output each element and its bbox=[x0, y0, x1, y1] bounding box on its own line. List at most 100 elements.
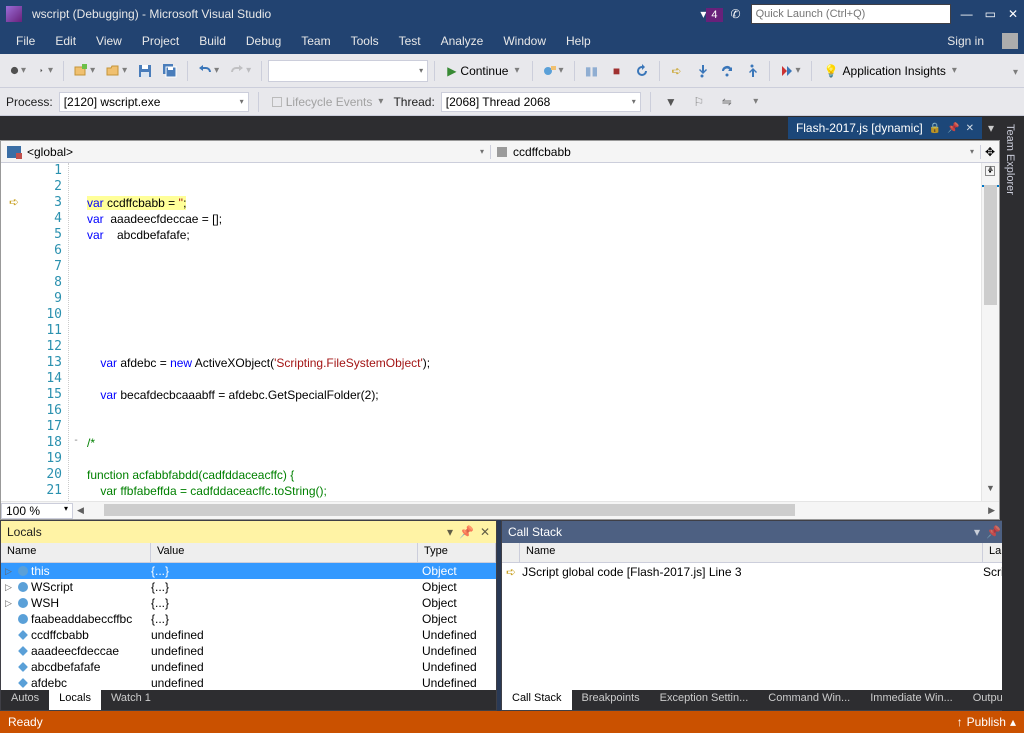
menu-help[interactable]: Help bbox=[556, 30, 601, 52]
nav-back-button[interactable]: ▾ bbox=[6, 60, 30, 82]
toolbar-overflow[interactable]: ▾ bbox=[1013, 67, 1018, 78]
continue-button[interactable]: ▶Continue▾ bbox=[441, 60, 525, 82]
scroll-left-icon[interactable]: ◀ bbox=[73, 505, 88, 516]
stop-button[interactable]: ■ bbox=[606, 60, 628, 82]
undo-button[interactable]: ▾ bbox=[194, 60, 223, 82]
callstack-rows[interactable]: ➪ JScript global code [Flash-2017.js] Li… bbox=[502, 563, 1023, 690]
thread-filter-button[interactable]: ⚐ bbox=[688, 91, 710, 113]
panel-tab[interactable]: Watch 1 bbox=[101, 690, 161, 710]
locals-row[interactable]: ▷this{...}Object bbox=[1, 563, 496, 579]
locals-row[interactable]: faabeaddabeccffbc{...}Object bbox=[1, 611, 496, 627]
quick-launch-input[interactable] bbox=[751, 4, 951, 24]
panel-pin-icon[interactable]: 📌 bbox=[986, 525, 1001, 539]
menu-project[interactable]: Project bbox=[132, 30, 189, 52]
panel-tab[interactable]: Breakpoints bbox=[572, 690, 650, 710]
save-all-button[interactable] bbox=[159, 60, 181, 82]
zoom-dropdown[interactable]: 100 %▾ bbox=[1, 503, 73, 519]
menu-edit[interactable]: Edit bbox=[45, 30, 86, 52]
intellitrace-button[interactable]: ▾ bbox=[776, 60, 805, 82]
titlebar: wscript (Debugging) - Microsoft Visual S… bbox=[0, 0, 1024, 28]
panel-dropdown-icon[interactable]: ▾ bbox=[447, 525, 453, 539]
panel-tab[interactable]: Locals bbox=[49, 690, 101, 710]
minimize-button[interactable]: — bbox=[961, 7, 973, 21]
step-over-button[interactable] bbox=[716, 60, 738, 82]
menu-analyze[interactable]: Analyze bbox=[431, 30, 494, 52]
menu-test[interactable]: Test bbox=[389, 30, 431, 52]
publish-button[interactable]: ↑ Publish ▴ bbox=[957, 715, 1016, 729]
panel-dropdown-icon[interactable]: ▾ bbox=[974, 525, 980, 539]
nav-fwd-button[interactable]: ▾ bbox=[33, 60, 57, 82]
avatar-icon[interactable] bbox=[1002, 33, 1018, 49]
menu-build[interactable]: Build bbox=[189, 30, 236, 52]
scope-dropdown-right[interactable]: ccdffcbabb ▾ bbox=[491, 145, 981, 159]
open-file-button[interactable]: ▾ bbox=[102, 60, 131, 82]
stack-frame-button[interactable]: ⇋ bbox=[716, 91, 738, 113]
scope-dropdown-left[interactable]: <global> ▾ bbox=[1, 145, 491, 159]
quick-launch[interactable] bbox=[751, 4, 951, 24]
panel-tab[interactable]: Call Stack bbox=[502, 690, 572, 710]
browser-select-button[interactable]: ▾ bbox=[539, 60, 568, 82]
panel-tab[interactable]: Autos bbox=[1, 690, 49, 710]
thread-value: [2068] Thread 2068 bbox=[446, 95, 551, 109]
document-tab[interactable]: Flash-2017.js [dynamic] 🔒 📌 ✕ bbox=[788, 117, 982, 139]
scrollbar-thumb[interactable] bbox=[984, 185, 997, 305]
sign-in-link[interactable]: Sign in bbox=[947, 34, 994, 48]
step-into-button[interactable] bbox=[691, 60, 713, 82]
panel-tab[interactable]: Immediate Win... bbox=[860, 690, 963, 710]
lifecycle-events-button[interactable]: Lifecycle Events▾ bbox=[268, 95, 388, 109]
step-out-button[interactable] bbox=[741, 60, 763, 82]
editor-body[interactable]: ➪ 123456789101112131415161718192021 - va… bbox=[1, 163, 999, 501]
scroll-right-icon[interactable]: ▶ bbox=[984, 505, 999, 516]
cs-col-name[interactable]: Name bbox=[520, 543, 983, 562]
menu-window[interactable]: Window bbox=[493, 30, 556, 52]
new-project-button[interactable]: ▾ bbox=[70, 60, 99, 82]
notifications-flag-icon[interactable]: ▾4 bbox=[700, 7, 722, 21]
menu-debug[interactable]: Debug bbox=[236, 30, 291, 52]
vertical-scrollbar[interactable]: ▪ ▲ ▼ bbox=[981, 163, 999, 501]
notification-count: 4 bbox=[706, 8, 722, 22]
hscrollbar-thumb[interactable] bbox=[104, 504, 795, 516]
panel-pin-icon[interactable]: 📌 bbox=[459, 525, 474, 539]
col-name[interactable]: Name bbox=[1, 543, 151, 562]
flag-filter-button[interactable]: ▼ bbox=[660, 91, 682, 113]
locals-rows[interactable]: ▷this{...}Object▷WScript{...}Object▷WSH{… bbox=[1, 563, 496, 690]
pin-icon[interactable]: 📌 bbox=[947, 123, 959, 134]
process-dropdown[interactable]: [2120] wscript.exe▾ bbox=[59, 92, 249, 112]
close-button[interactable]: ✕ bbox=[1008, 7, 1018, 21]
redo-button[interactable]: ▾ bbox=[226, 60, 255, 82]
scope-right-label: ccdffcbabb bbox=[513, 145, 571, 159]
callstack-row[interactable]: ➪ JScript global code [Flash-2017.js] Li… bbox=[502, 563, 1023, 581]
locals-row[interactable]: ccdffcbabbundefinedUndefined bbox=[1, 627, 496, 643]
toolbar2-overflow[interactable]: ▾ bbox=[744, 91, 766, 113]
locals-row[interactable]: aaadeecfdeccaeundefinedUndefined bbox=[1, 643, 496, 659]
locals-row[interactable]: ▷WScript{...}Object bbox=[1, 579, 496, 595]
show-next-statement-button[interactable]: ➪ bbox=[666, 60, 688, 82]
split-handle-icon[interactable]: ✥ bbox=[981, 145, 999, 159]
maximize-button[interactable]: ▭ bbox=[985, 7, 996, 21]
scroll-up-icon[interactable]: ▲ bbox=[982, 163, 999, 181]
tabstrip-overflow[interactable]: ▾ bbox=[982, 121, 1000, 135]
menu-tools[interactable]: Tools bbox=[341, 30, 389, 52]
save-button[interactable] bbox=[134, 60, 156, 82]
thread-dropdown[interactable]: [2068] Thread 2068▾ bbox=[441, 92, 641, 112]
locals-row[interactable]: abcdbefafafeundefinedUndefined bbox=[1, 659, 496, 675]
menu-team[interactable]: Team bbox=[291, 30, 340, 52]
solution-config-dropdown[interactable]: ▾ bbox=[268, 60, 428, 82]
menu-file[interactable]: File bbox=[6, 30, 45, 52]
col-value[interactable]: Value bbox=[151, 543, 418, 562]
close-icon[interactable]: ✕ bbox=[966, 123, 974, 134]
application-insights-button[interactable]: 💡Application Insights▾ bbox=[818, 64, 963, 78]
team-explorer-tab[interactable]: Team Explorer bbox=[1002, 116, 1018, 203]
locals-row[interactable]: afdebcundefinedUndefined bbox=[1, 675, 496, 690]
panel-tab[interactable]: Command Win... bbox=[758, 690, 860, 710]
feedback-icon[interactable]: ✆ bbox=[731, 7, 741, 21]
restart-button[interactable] bbox=[631, 60, 653, 82]
col-type[interactable]: Type bbox=[418, 543, 496, 562]
pause-button[interactable]: ▮▮ bbox=[581, 60, 603, 82]
panel-tab[interactable]: Exception Settin... bbox=[650, 690, 759, 710]
panel-close-icon[interactable]: ✕ bbox=[480, 525, 490, 539]
menu-view[interactable]: View bbox=[86, 30, 132, 52]
code-area[interactable]: var ccdffcbabb = '';var aaadeecfdeccae =… bbox=[83, 163, 999, 501]
locals-row[interactable]: ▷WSH{...}Object bbox=[1, 595, 496, 611]
scroll-down-icon[interactable]: ▼ bbox=[982, 483, 999, 501]
